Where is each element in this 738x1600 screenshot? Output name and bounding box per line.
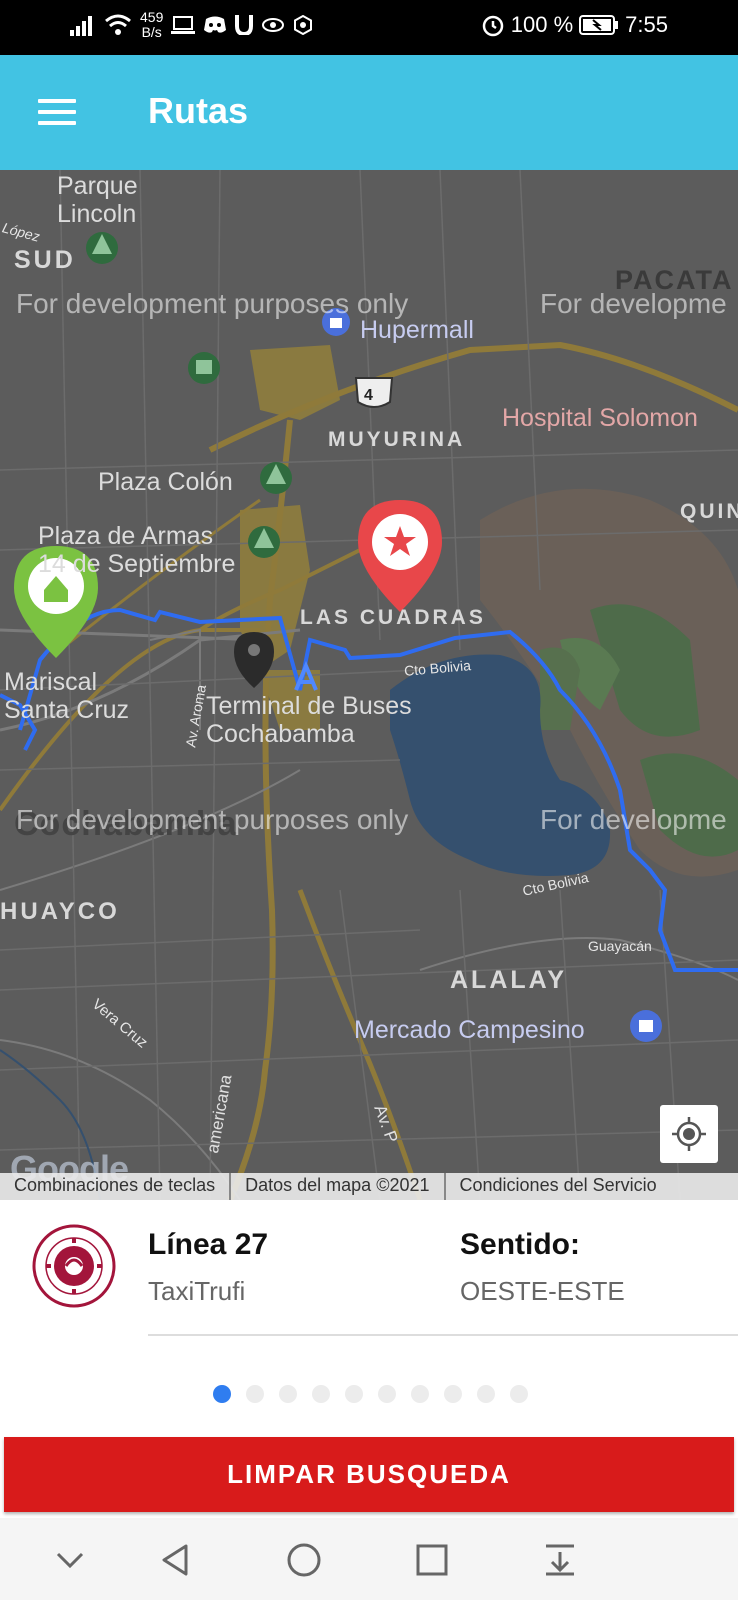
- highway-number: 4: [364, 387, 373, 404]
- direction-title: Sentido:: [460, 1228, 580, 1261]
- park-icon: [188, 352, 220, 384]
- terms-link[interactable]: Condiciones del Servicio: [446, 1173, 671, 1200]
- route-map[interactable]: Parque Lincoln López SUD PACATA Hupermal…: [0, 170, 738, 1200]
- page-dot[interactable]: [312, 1385, 330, 1403]
- map-label-muyurina: MUYURINA: [328, 428, 466, 451]
- map-label-guayacan: Guayacán: [588, 938, 652, 954]
- clock: 7:55: [625, 12, 668, 37]
- network-speed: 459 B/s: [140, 10, 163, 40]
- tree-icon: [86, 232, 118, 264]
- direction-value: OESTE-ESTE: [460, 1276, 625, 1306]
- clear-search-button[interactable]: LIMPAR BUSQUEDA: [4, 1437, 734, 1512]
- notification-pull-icon[interactable]: [538, 1538, 582, 1582]
- system-nav-bar: [0, 1518, 738, 1600]
- u-app-icon: [235, 15, 254, 35]
- shopping-icon: [630, 1010, 662, 1042]
- map-label-sud: SUD: [14, 246, 76, 274]
- map-label-plaza-armas: Plaza de Armas 14 de Septiembre: [38, 522, 236, 578]
- university-logo: [32, 1224, 116, 1308]
- destination-marker-icon[interactable]: [358, 500, 442, 612]
- hamburger-line: [38, 121, 76, 125]
- map-label-cto-bolivia: Cto Bolivia: [403, 657, 472, 679]
- hex-icon: [294, 15, 313, 35]
- page-dot[interactable]: [213, 1385, 231, 1403]
- tree-icon: [248, 526, 280, 558]
- map-label-parque: Parque Lincoln: [57, 172, 138, 228]
- map-label-hupermall: Hupermall: [360, 316, 474, 344]
- wifi-icon: [105, 14, 131, 35]
- network-speed-value: 459: [140, 9, 164, 25]
- map-label-plaza-colon: Plaza Colón: [98, 468, 233, 496]
- dev-watermark: For development purposes only: [16, 288, 409, 319]
- map-label-terminal: Terminal de Buses Cochabamba: [206, 692, 412, 748]
- page-indicator: [213, 1385, 528, 1403]
- signal-icon: [70, 16, 92, 36]
- map-data-link[interactable]: Datos del mapa ©2021: [231, 1173, 446, 1200]
- app-bar: Rutas: [0, 55, 738, 170]
- status-right: 100 % 7:55: [481, 12, 668, 38]
- page-dot[interactable]: [411, 1385, 429, 1403]
- map-label-hospital: Hospital Solomon: [502, 404, 698, 432]
- chevron-down-icon[interactable]: [48, 1538, 92, 1582]
- page-dot[interactable]: [444, 1385, 462, 1403]
- keyboard-shortcuts-link[interactable]: Combinaciones de teclas: [0, 1173, 232, 1200]
- page-dot[interactable]: [246, 1385, 264, 1403]
- page-dot[interactable]: [378, 1385, 396, 1403]
- my-location-button[interactable]: [660, 1105, 718, 1163]
- battery-icon: [579, 15, 619, 35]
- status-bar: 459 B/s 100 % 7:55: [0, 0, 738, 55]
- page-dot[interactable]: [345, 1385, 363, 1403]
- line-subtitle: TaxiTrufi: [148, 1276, 246, 1306]
- highway-shield: [354, 377, 394, 408]
- page-title: Rutas: [148, 90, 249, 131]
- tree-icon: [260, 462, 292, 494]
- menu-button[interactable]: [38, 99, 76, 125]
- dev-watermark: For developme: [540, 288, 727, 319]
- alarm-icon: [482, 15, 504, 37]
- hamburger-line: [38, 99, 76, 103]
- map-attribution: Combinaciones de teclas Datos del mapa ©…: [0, 1173, 738, 1200]
- discord-icon: [204, 16, 227, 33]
- page-dot[interactable]: [477, 1385, 495, 1403]
- my-location-icon: [672, 1117, 706, 1151]
- map-label-las-cuadras: LAS CUADRAS: [300, 606, 486, 629]
- dev-watermark: For development purposes only: [16, 804, 409, 835]
- recents-icon[interactable]: [410, 1538, 454, 1582]
- page-dot[interactable]: [279, 1385, 297, 1403]
- map-label-quin: QUIN: [680, 500, 738, 523]
- map-label-alalay: ALALAY: [450, 966, 568, 994]
- route-card[interactable]: Línea 27 TaxiTrufi Sentido: OESTE-ESTE: [0, 1200, 738, 1435]
- map-label-mariscal: Mariscal Santa Cruz: [4, 668, 130, 724]
- dev-watermark: For developme: [540, 804, 727, 835]
- card-divider: [148, 1334, 738, 1336]
- line-title: Línea 27: [148, 1228, 269, 1261]
- eye-icon: [262, 18, 285, 32]
- status-left: 459 B/s: [70, 10, 313, 40]
- laptop-icon: [171, 16, 196, 34]
- hamburger-line: [38, 110, 76, 114]
- map-label-mercado: Mercado Campesino: [354, 1016, 585, 1044]
- page-dot[interactable]: [510, 1385, 528, 1403]
- network-speed-unit: B/s: [141, 24, 162, 40]
- home-icon[interactable]: [282, 1538, 326, 1582]
- back-icon[interactable]: [154, 1538, 198, 1582]
- map-label-huayco: HUAYCO: [0, 898, 120, 925]
- battery-percentage: 100 %: [510, 12, 574, 37]
